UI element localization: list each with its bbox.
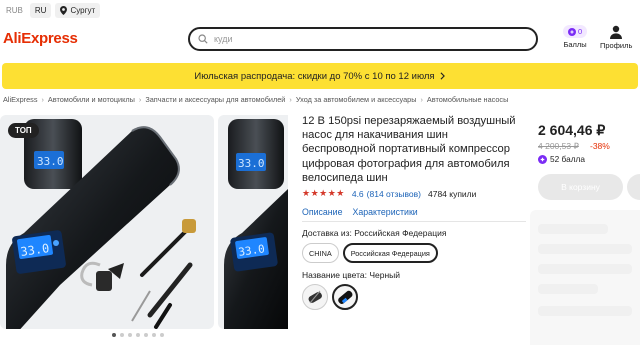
promo-banner[interactable]: Июльская распродача: скидки до 70% с 10 …: [2, 63, 638, 89]
product-title: 12 В 150psi перезаряжаемый воздушный нас…: [302, 115, 516, 184]
add-to-cart-button[interactable]: В корзину: [538, 174, 623, 200]
promo-text: Июльская распродача: скидки до 70% с 10 …: [194, 70, 435, 82]
points-coin-icon: [538, 154, 547, 164]
reviews-link[interactable]: (814 отзывов): [367, 189, 421, 199]
currency-selector[interactable]: RUB: [3, 6, 26, 15]
skeleton-line: [538, 306, 632, 316]
skeleton-line: [538, 244, 632, 254]
breadcrumb-item[interactable]: Автомобильные насосы: [427, 95, 508, 104]
topbar: RUB RU Сургут: [0, 0, 640, 20]
points-badge: 0: [563, 25, 588, 38]
rating-stars: ★★★★★: [302, 188, 345, 198]
points-earned: 52 балла: [538, 154, 585, 164]
color-swatches: [302, 284, 358, 310]
discount-badge: -38%: [590, 141, 610, 151]
pagination-dot[interactable]: [160, 333, 164, 337]
shipping-options: CHINA Российская Федерация: [302, 243, 438, 263]
color-swatch-selected[interactable]: [332, 284, 358, 310]
points-coin-icon: [568, 27, 576, 36]
shipping-option-china[interactable]: CHINA: [302, 243, 339, 263]
search-input[interactable]: [214, 34, 514, 44]
chevron-right-icon: ›: [41, 95, 44, 104]
pagination-dot[interactable]: [136, 333, 140, 337]
color-label: Название цвета: Черный: [302, 270, 400, 280]
svg-text:33.0: 33.0: [238, 157, 265, 170]
chevron-right-icon: [440, 72, 445, 80]
search-icon: [198, 34, 208, 44]
points-value: 0: [578, 27, 583, 36]
header: AliExpress 0 Баллы Профиль: [0, 22, 640, 58]
points-earned-value: 52 балла: [550, 154, 586, 164]
skeleton-line: [538, 224, 608, 234]
svg-text:33.0: 33.0: [37, 155, 64, 168]
color-swatch[interactable]: [302, 284, 328, 310]
user-icon: [610, 25, 623, 39]
chevron-right-icon: ›: [289, 95, 292, 104]
breadcrumb-item[interactable]: Уход за автомобилем и аксессуары: [296, 95, 417, 104]
chevron-right-icon: ›: [420, 95, 423, 104]
product-image-main[interactable]: 33.0 33.0 ТОП: [0, 115, 214, 329]
old-price: 4 200,53 ₽: [538, 141, 579, 151]
breadcrumb: AliExpress › Автомобили и мотоциклы › Запч…: [3, 95, 508, 104]
swatch-thumbnail: [338, 290, 353, 304]
tab-specs[interactable]: Характеристики: [352, 207, 417, 217]
tab-description[interactable]: Описание: [302, 207, 342, 217]
air-pump-illustration: 33.0 33.0: [224, 119, 288, 329]
chevron-right-icon: ›: [138, 95, 142, 104]
product-gallery: 33.0 33.0 ТОП 33.0 33.0: [0, 115, 288, 329]
sold-count: 4784 купили: [427, 188, 477, 199]
pagination-dot[interactable]: [112, 333, 116, 337]
divider: [302, 221, 526, 222]
pagination-dot[interactable]: [120, 333, 124, 337]
search-bar[interactable]: [188, 27, 538, 51]
city-selector[interactable]: Сургут: [55, 2, 101, 18]
aliexpress-logo[interactable]: AliExpress: [3, 30, 78, 47]
swatch-thumbnail: [308, 290, 322, 304]
points-label: Баллы: [563, 40, 587, 49]
air-pump-illustration: 33.0 33.0: [6, 119, 196, 329]
loading-panel: [530, 210, 640, 345]
profile-label: Профиль: [600, 41, 633, 50]
pagination-dot[interactable]: [128, 333, 132, 337]
product-tabs: Описание Характеристики: [302, 207, 418, 217]
breadcrumb-item[interactable]: Запчасти и аксессуары для автомобилей: [145, 95, 285, 104]
breadcrumb-item[interactable]: Автомобили и мотоциклы: [48, 95, 135, 104]
current-price: 2 604,46 ₽: [538, 122, 606, 138]
rating-value: 4.6: [351, 188, 364, 199]
skeleton-line: [538, 284, 598, 294]
skeleton-line: [538, 264, 632, 274]
gallery-pagination: [112, 333, 164, 337]
city-label: Сургут: [70, 5, 96, 15]
product-image-secondary[interactable]: 33.0 33.0: [218, 115, 288, 329]
buy-now-button[interactable]: [627, 174, 640, 200]
top-badge: ТОП: [8, 123, 39, 138]
language-selector[interactable]: RU: [29, 2, 52, 18]
location-pin-icon: [60, 5, 68, 15]
breadcrumb-item[interactable]: AliExpress: [3, 95, 37, 104]
profile-button[interactable]: Профиль: [600, 25, 632, 50]
shipping-option-russia[interactable]: Российская Федерация: [342, 243, 438, 263]
pagination-dot[interactable]: [152, 333, 156, 337]
points-button[interactable]: 0 Баллы: [563, 25, 588, 49]
pagination-dot[interactable]: [144, 333, 148, 337]
shipping-label: Доставка из: Российская Федерация: [302, 228, 447, 238]
product-rating: ★★★★★ 4.6 (814 отзывов) 4784 купили: [302, 188, 476, 199]
